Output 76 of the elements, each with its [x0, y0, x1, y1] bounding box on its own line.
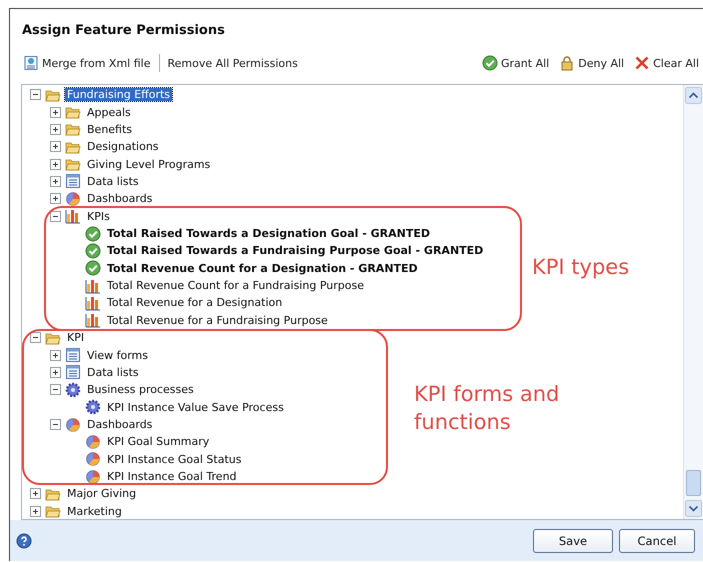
close-icon	[634, 55, 650, 71]
tree-item[interactable]: KPI Goal Summary	[105, 435, 212, 448]
collapse-toggle[interactable]	[50, 210, 61, 222]
annotation-label: KPI forms and functions	[414, 381, 560, 436]
list-icon	[65, 364, 81, 380]
expand-toggle[interactable]	[50, 366, 61, 378]
bar-chart-icon	[85, 312, 101, 328]
scrollbar[interactable]	[683, 85, 703, 519]
pie-chart-icon	[85, 451, 101, 468]
checkmark-icon	[482, 55, 498, 71]
expand-toggle[interactable]	[50, 124, 61, 135]
tree-item[interactable]: Major Giving	[65, 487, 138, 500]
tree-item[interactable]: KPI Instance Value Save Process	[105, 400, 286, 414]
tree-item[interactable]: KPIs	[85, 210, 112, 223]
tree-item[interactable]: Appeals	[85, 106, 133, 119]
help-icon[interactable]	[16, 532, 32, 548]
tree-item[interactable]: Fundraising Efforts	[65, 88, 172, 102]
scroll-down-button[interactable]	[685, 500, 702, 517]
scroll-up-button[interactable]	[685, 87, 702, 104]
tree-item[interactable]: Total Revenue for a Fundraising Purpose	[105, 314, 330, 327]
toolbar-button[interactable]: Deny All	[557, 55, 626, 71]
tree-item[interactable]: Dashboards	[85, 192, 154, 206]
tree-item[interactable]: Business processes	[85, 383, 196, 396]
toolbar-button[interactable]: Grant All	[480, 55, 552, 71]
expand-toggle[interactable]	[50, 158, 61, 170]
annotation-label: KPI types	[532, 254, 630, 281]
collapse-toggle[interactable]	[30, 332, 41, 344]
tree-item[interactable]: KPI Instance Goal Status	[105, 452, 244, 466]
window-title: Assign Feature Permissions	[21, 22, 226, 40]
list-icon	[65, 173, 81, 190]
collapse-toggle[interactable]	[50, 384, 61, 396]
save-button[interactable]: Save	[533, 528, 613, 552]
bar-chart-icon	[65, 208, 81, 224]
lock-icon	[559, 55, 576, 71]
toolbar-button[interactable]: Merge from Xml file	[21, 55, 152, 71]
expand-toggle[interactable]	[50, 193, 61, 204]
tree-item[interactable]: Dashboards	[85, 418, 154, 431]
expand-toggle[interactable]	[50, 176, 61, 187]
checkmark-icon	[85, 226, 101, 242]
expand-toggle[interactable]	[30, 488, 41, 500]
tree-item[interactable]: Benefits	[85, 122, 134, 136]
expand-toggle[interactable]	[50, 350, 61, 361]
tree-item[interactable]: Giving Level Programs	[85, 158, 212, 171]
pie-chart-icon	[65, 416, 81, 432]
toolbar-button[interactable]: Clear All	[632, 55, 701, 71]
form-icon	[65, 347, 81, 364]
tree-item[interactable]: Total Revenue Count for a Designation - GRANTED	[105, 262, 420, 275]
tree-item[interactable]: Designations	[85, 140, 161, 154]
collapse-toggle[interactable]	[30, 89, 41, 100]
expand-toggle[interactable]	[50, 106, 61, 118]
expand-toggle[interactable]	[30, 506, 41, 517]
tree-item[interactable]: Data lists	[85, 174, 141, 188]
tree-item[interactable]: KPI	[65, 331, 86, 344]
tree-item[interactable]: KPI Instance Goal Trend	[105, 470, 239, 484]
tree-item[interactable]: Total Raised Towards a Fundraising Purpose Goal - GRANTED	[105, 244, 486, 258]
toolbar-button[interactable]: Remove All Permissions	[166, 56, 300, 70]
expand-toggle[interactable]	[50, 141, 61, 152]
tree-item[interactable]: Total Revenue for a Designation	[105, 296, 284, 310]
checkmark-icon	[85, 242, 101, 259]
tree-item[interactable]: View forms	[85, 348, 150, 362]
gear-icon	[65, 382, 81, 398]
tree-item[interactable]: Marketing	[65, 504, 124, 518]
tree-item[interactable]: Total Revenue Count for a Fundraising Purpose	[105, 279, 366, 292]
scroll-thumb[interactable]	[686, 470, 701, 496]
bar-chart-icon	[85, 278, 101, 294]
cancel-button[interactable]: Cancel	[619, 528, 695, 552]
pie-chart-icon	[65, 190, 81, 207]
pie-chart-icon	[85, 468, 101, 485]
checkmark-icon	[85, 260, 101, 276]
tree-item[interactable]: Data lists	[85, 366, 141, 379]
document-icon	[23, 55, 39, 71]
gear-icon	[85, 399, 101, 416]
collapse-toggle[interactable]	[50, 419, 61, 430]
bar-chart-icon	[85, 294, 101, 311]
pie-chart-icon	[85, 434, 101, 450]
tree-item[interactable]: Total Raised Towards a Designation Goal - GRANTED	[105, 227, 432, 240]
